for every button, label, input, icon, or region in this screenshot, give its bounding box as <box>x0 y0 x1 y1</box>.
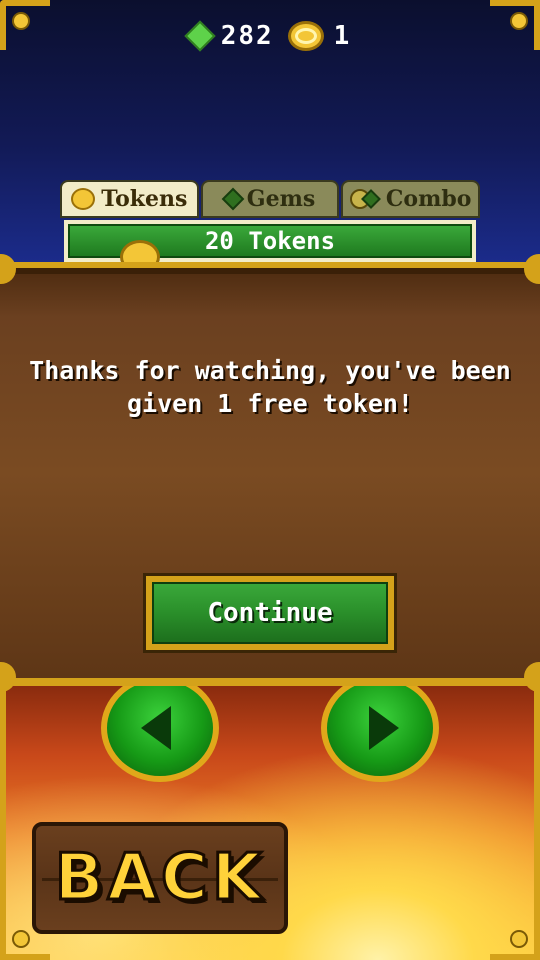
combo-icon <box>349 188 380 210</box>
token-balance: 1 <box>287 21 352 51</box>
back-button-label: BACK <box>53 840 266 917</box>
tab-label: Gems <box>246 186 316 212</box>
frame-border <box>0 686 6 960</box>
gem-icon <box>184 20 216 52</box>
shop-tabs: Tokens Gems Combo <box>60 180 481 218</box>
token-offer-row[interactable]: 20 Tokens <box>64 220 476 274</box>
currency-bar: 282 1 <box>0 16 540 56</box>
frame-corner <box>490 910 540 960</box>
coin-icon <box>71 188 96 210</box>
reward-dialog: Thanks for watching, you've been given 1… <box>0 254 540 692</box>
next-arrow-button[interactable] <box>321 674 439 782</box>
coin-icon <box>287 21 324 51</box>
token-count: 1 <box>333 21 352 51</box>
tab-gems[interactable]: Gems <box>200 180 340 218</box>
continue-button-face[interactable]: Continue <box>152 582 388 644</box>
previous-arrow-button[interactable] <box>101 674 219 782</box>
offer-label: 20 Tokens <box>204 227 336 255</box>
arrow-right-icon <box>369 706 399 750</box>
tab-label: Combo <box>385 186 472 212</box>
gem-count: 282 <box>220 21 274 51</box>
dialog-message: Thanks for watching, you've been given 1… <box>29 356 511 418</box>
back-button[interactable]: BACK <box>32 822 288 934</box>
token-offer-bar[interactable]: 20 Tokens <box>68 224 472 274</box>
continue-button[interactable]: Continue <box>143 573 397 653</box>
arrow-left-icon <box>141 706 171 750</box>
tab-tokens[interactable]: Tokens <box>60 180 199 218</box>
gem-balance: 282 <box>184 20 274 52</box>
tab-combo[interactable]: Combo <box>341 180 481 218</box>
tab-label: Tokens <box>101 186 188 212</box>
continue-label: Continue <box>207 598 333 628</box>
frame-border <box>534 686 540 960</box>
gem-icon <box>221 187 245 211</box>
